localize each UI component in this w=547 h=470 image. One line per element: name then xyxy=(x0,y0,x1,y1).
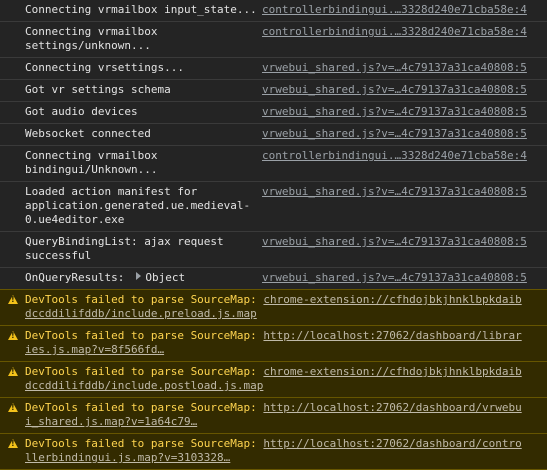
log-source-link[interactable]: vrwebui_shared.js?v=…4c79137a31ca40808:5 xyxy=(262,83,527,97)
log-row: Got audio devices vrwebui_shared.js?v=…4… xyxy=(0,102,547,124)
log-message: Connecting vrmailbox input_state... xyxy=(25,3,257,16)
log-source-link[interactable]: vrwebui_shared.js?v=…4c79137a31ca40808:5 xyxy=(262,61,527,75)
warning-message: DevTools failed to parse SourceMap: xyxy=(25,437,257,450)
warning-triangle-icon xyxy=(8,403,18,412)
warning-message: DevTools failed to parse SourceMap: xyxy=(25,365,257,378)
warning-message: DevTools failed to parse SourceMap: xyxy=(25,401,257,414)
warning-row: DevTools failed to parse SourceMap: http… xyxy=(0,433,547,470)
warning-row: DevTools failed to parse SourceMap: chro… xyxy=(0,289,547,326)
log-source-link[interactable]: vrwebui_shared.js?v=…4c79137a31ca40808:5 xyxy=(262,127,527,141)
warning-row: DevTools failed to parse SourceMap: http… xyxy=(0,325,547,362)
log-message: OnQueryResults: Object xyxy=(25,271,262,285)
log-row: Got vr settings schema vrwebui_shared.js… xyxy=(0,80,547,102)
log-row: QueryBindingList: ajax request successfu… xyxy=(0,232,547,268)
warning-row: DevTools failed to parse SourceMap: http… xyxy=(0,397,547,434)
log-row: Connecting vrsettings... vrwebui_shared.… xyxy=(0,58,547,80)
object-expander[interactable]: Object xyxy=(124,271,185,284)
warning-triangle-icon xyxy=(8,367,18,376)
log-row: Connecting vrmailbox settings/unknown...… xyxy=(0,22,547,58)
log-row: OnQueryResults: Object vrwebui_shared.js?… xyxy=(0,268,547,290)
log-source-link[interactable]: controllerbindingui.…3328d240e71cba58e:4 xyxy=(262,3,527,17)
warning-triangle-icon xyxy=(8,295,18,304)
warning-row: DevTools failed to parse SourceMap: chro… xyxy=(0,361,547,398)
warning-message: DevTools failed to parse SourceMap: xyxy=(25,293,257,306)
console-panel: Connecting vrmailbox input_state... cont… xyxy=(0,0,547,470)
warning-triangle-icon xyxy=(8,331,18,340)
log-message: Connecting vrmailbox settings/unknown... xyxy=(25,25,158,52)
log-message: Connecting vrsettings... xyxy=(25,61,184,74)
log-message: Connecting vrmailbox bindingui/Unknown..… xyxy=(25,149,158,176)
log-row: Loaded action manifest for application.g… xyxy=(0,182,547,232)
log-source-link[interactable]: controllerbindingui.…3328d240e71cba58e:4 xyxy=(262,149,527,163)
warning-message: DevTools failed to parse SourceMap: xyxy=(25,329,257,342)
log-source-link[interactable]: vrwebui_shared.js?v=…4c79137a31ca40808:5 xyxy=(262,271,527,285)
expand-caret-icon[interactable] xyxy=(136,272,142,280)
log-source-link[interactable]: vrwebui_shared.js?v=…4c79137a31ca40808:5 xyxy=(262,185,527,199)
log-message: Got vr settings schema xyxy=(25,83,171,96)
log-message: QueryBindingList: ajax request successfu… xyxy=(25,235,224,262)
log-row: Websocket connected vrwebui_shared.js?v=… xyxy=(0,124,547,146)
log-message: Got audio devices xyxy=(25,105,138,118)
log-source-link[interactable]: controllerbindingui.…3328d240e71cba58e:4 xyxy=(262,25,527,39)
log-message: Loaded action manifest for application.g… xyxy=(25,185,251,226)
log-row: Connecting vrmailbox bindingui/Unknown..… xyxy=(0,146,547,182)
warning-triangle-icon xyxy=(8,439,18,448)
log-source-link[interactable]: vrwebui_shared.js?v=…4c79137a31ca40808:5 xyxy=(262,235,527,249)
log-source-link[interactable]: vrwebui_shared.js?v=…4c79137a31ca40808:5 xyxy=(262,105,527,119)
log-message: Websocket connected xyxy=(25,127,151,140)
object-label[interactable]: Object xyxy=(145,271,185,284)
log-message-text: OnQueryResults: xyxy=(25,271,125,284)
log-row: Connecting vrmailbox input_state... cont… xyxy=(0,0,547,22)
